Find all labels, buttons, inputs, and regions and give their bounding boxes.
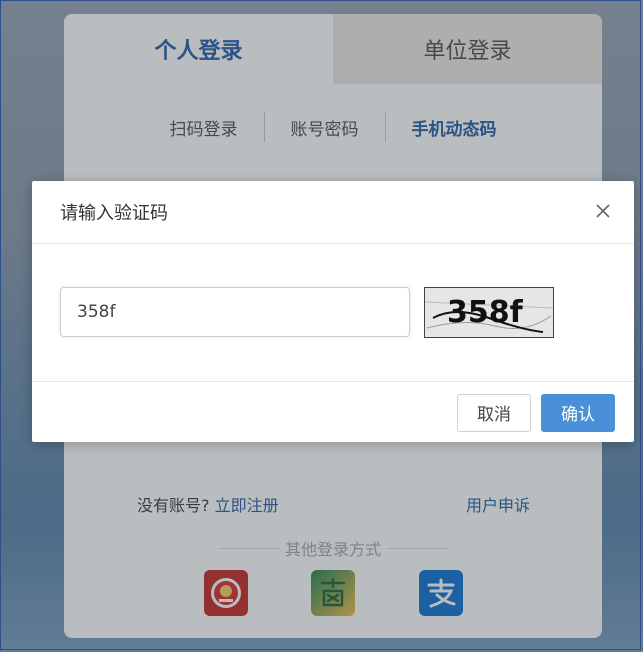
captcha-input[interactable]	[60, 287, 410, 337]
confirm-button[interactable]: 确认	[541, 393, 615, 432]
dialog-body: 358f	[32, 244, 634, 382]
dialog-header: 请输入验证码	[32, 181, 634, 244]
captcha-dialog: 请输入验证码 358f 取消 确认	[32, 181, 634, 442]
close-icon[interactable]	[596, 201, 610, 223]
dialog-title: 请输入验证码	[60, 203, 168, 224]
captcha-image[interactable]: 358f	[424, 287, 554, 338]
cancel-button[interactable]: 取消	[457, 393, 531, 432]
dialog-footer: 取消 确认	[32, 382, 634, 443]
